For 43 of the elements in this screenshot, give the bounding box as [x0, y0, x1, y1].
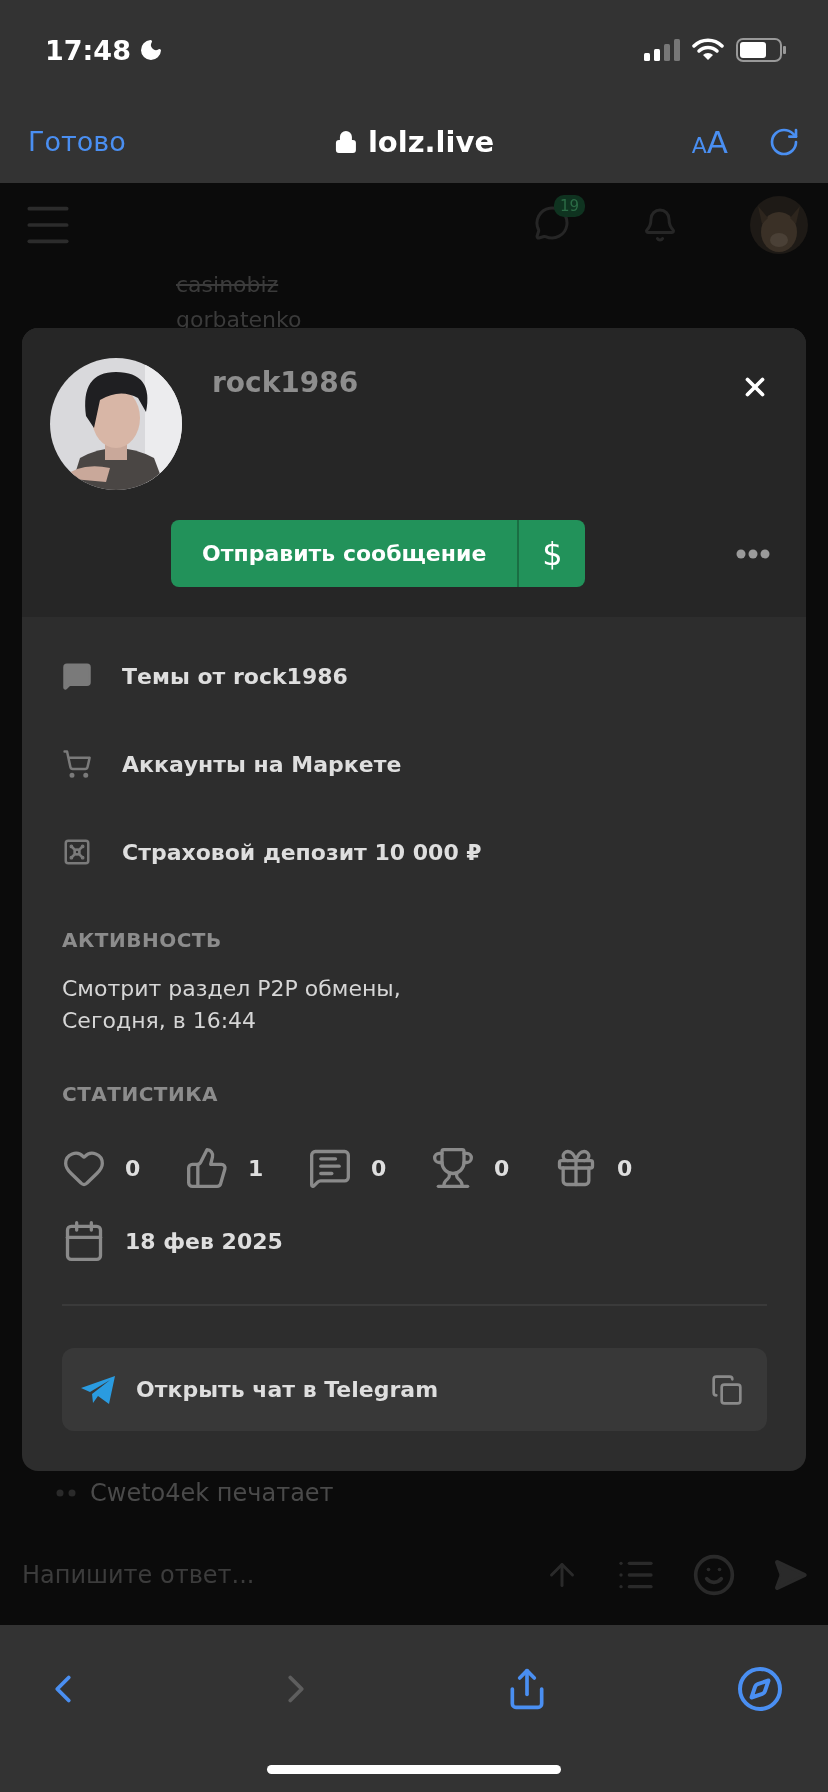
section-heading: АКТИВНОСТЬ — [62, 928, 223, 952]
compass-button[interactable] — [735, 1665, 784, 1713]
stat-count: 0 — [371, 1155, 387, 1181]
copy-icon — [711, 1373, 743, 1406]
activity-text: Смотрит раздел P2P обмены, Сегодня, в 16:44 — [62, 975, 402, 1035]
trophy-icon — [431, 1146, 475, 1190]
profile-link[interactable]: Страховой депозит 10 000 ₽ — [62, 808, 482, 896]
compass-icon — [735, 1665, 784, 1713]
text-size-button[interactable]: AA — [691, 123, 728, 160]
stat-count: 0 — [494, 1155, 510, 1181]
send-message-button[interactable]: Отправить сообщение — [171, 520, 518, 587]
more-icon — [736, 548, 770, 559]
profile-link[interactable]: Аккаунты на Маркете — [62, 720, 402, 808]
typing-dots-icon — [56, 1489, 78, 1497]
url-text: lolz.live — [367, 124, 495, 159]
cart-icon — [62, 749, 92, 779]
done-link[interactable]: Готово — [28, 126, 126, 157]
lock-icon — [333, 129, 358, 154]
wifi-icon — [692, 38, 724, 62]
bell-icon[interactable] — [642, 207, 678, 243]
paper-plane-icon — [80, 1374, 116, 1405]
profile-link[interactable]: Темы от rock1986 — [62, 632, 348, 720]
stat-count: 1 — [248, 1155, 264, 1181]
home-indicator[interactable] — [267, 1765, 561, 1774]
registration-date: 18 фев 2025 — [125, 1228, 283, 1254]
moon-icon — [138, 38, 163, 62]
notification-count: 19 — [554, 195, 586, 217]
stat-count: 0 — [617, 1155, 633, 1181]
clock-time: 17:48 — [45, 34, 131, 66]
smile-icon[interactable] — [692, 1553, 736, 1597]
stat-count: 0 — [125, 1155, 141, 1181]
signal-icon — [644, 39, 680, 61]
typing-indicator: Cweto4ek печатает — [90, 1479, 334, 1507]
thumbs-up-icon — [185, 1146, 229, 1190]
safe-icon — [62, 837, 92, 867]
more-button[interactable] — [736, 548, 770, 559]
send-icon[interactable] — [772, 1557, 808, 1593]
speech-bubble-icon — [62, 661, 92, 691]
battery-icon — [736, 38, 786, 62]
money-button[interactable]: $ — [517, 520, 586, 587]
telegram-button[interactable]: Открыть чат в Telegram — [62, 1348, 767, 1431]
section-heading: СТАТИСТИКА — [62, 1082, 220, 1106]
username: rock1986 — [212, 366, 359, 399]
